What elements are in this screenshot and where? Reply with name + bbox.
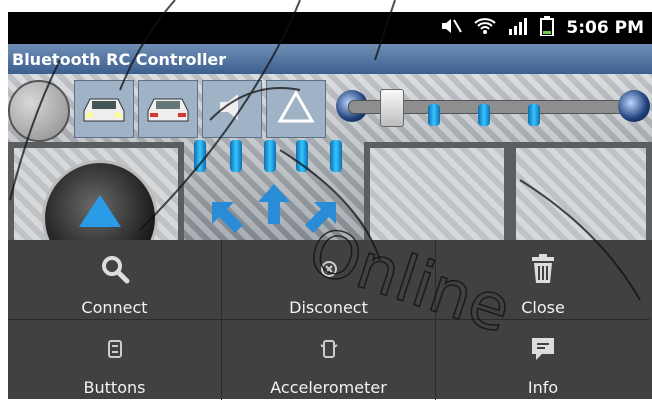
status-time: 5:06 PM	[566, 18, 644, 38]
car-front-icon	[78, 87, 130, 132]
options-menu: Connect Disconect Close Buttons Accelero…	[8, 240, 652, 400]
right-steer-panel[interactable]	[510, 142, 652, 240]
disconnect-icon	[319, 252, 339, 286]
mute-icon	[440, 17, 463, 40]
up-arrow-icon[interactable]	[256, 182, 292, 231]
up-left-arrow-icon[interactable]	[208, 198, 248, 240]
signal-icon	[508, 17, 528, 40]
menu-item-label: Buttons	[83, 378, 146, 397]
menu-item-accelerometer[interactable]: Accelerometer	[222, 320, 436, 400]
forward-joystick[interactable]	[42, 160, 158, 240]
speaker-icon	[216, 90, 248, 129]
back-lights-button[interactable]	[138, 80, 198, 138]
extra-button[interactable]	[266, 80, 326, 138]
info-icon	[528, 332, 558, 366]
indicator-led	[428, 104, 440, 126]
car-rear-icon	[142, 87, 194, 132]
app-title: Bluetooth RC Controller	[12, 49, 227, 69]
indicator-led	[330, 140, 342, 172]
indicator-led	[296, 140, 308, 172]
accelerometer-icon	[319, 332, 338, 366]
status-bar: 5:06 PM	[8, 12, 652, 44]
left-steer-panel[interactable]	[364, 142, 510, 240]
slider-max-knob	[618, 90, 650, 122]
buttons-icon	[107, 332, 123, 366]
up-right-arrow-icon[interactable]	[300, 198, 340, 240]
horn-button[interactable]	[202, 80, 262, 138]
indicator-led	[478, 104, 490, 126]
battery-icon	[540, 15, 555, 41]
menu-item-label: Connect	[81, 298, 148, 317]
menu-item-label: Disconect	[289, 298, 368, 317]
wifi-icon	[474, 17, 497, 40]
app-title-bar: Bluetooth RC Controller	[8, 44, 652, 74]
triangle-icon	[276, 89, 316, 130]
menu-item-disconnect[interactable]: Disconect	[222, 240, 436, 320]
controller-area	[8, 74, 652, 240]
menu-item-buttons[interactable]: Buttons	[8, 320, 222, 400]
indicator-led	[230, 140, 242, 172]
direction-pad	[204, 182, 344, 240]
light-toggle-button[interactable]	[8, 80, 70, 142]
indicator-led	[194, 140, 206, 172]
menu-item-label: Close	[521, 298, 565, 317]
trash-icon	[528, 252, 558, 286]
control-row	[8, 74, 652, 142]
speed-slider-thumb[interactable]	[380, 89, 404, 127]
search-icon	[100, 252, 130, 286]
indicator-led	[264, 140, 276, 172]
indicator-led	[528, 104, 540, 126]
menu-item-connect[interactable]: Connect	[8, 240, 222, 320]
menu-item-label: Accelerometer	[270, 378, 387, 397]
menu-item-close[interactable]: Close	[436, 240, 650, 320]
forward-panel	[8, 142, 184, 240]
menu-item-label: Info	[527, 378, 559, 397]
status-icons: 5:06 PM	[440, 12, 644, 44]
front-lights-button[interactable]	[74, 80, 134, 138]
menu-item-info[interactable]: Info	[436, 320, 650, 400]
up-arrow-icon	[77, 193, 123, 234]
